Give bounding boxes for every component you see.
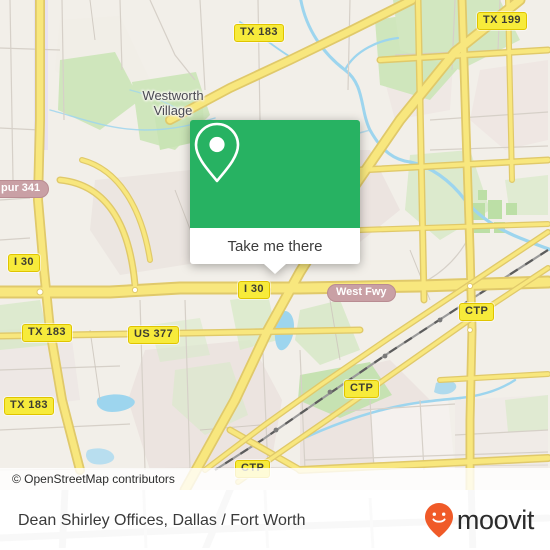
place-label-line1: Westworth xyxy=(142,88,204,103)
map-attribution: © OpenStreetMap contributors xyxy=(0,468,550,490)
moovit-smiley-pin-icon xyxy=(424,503,453,538)
moovit-map-screenshot: Westworth Village TX 183 TX 199 I 30 I 3… xyxy=(0,0,550,550)
shield-us-377[interactable]: US 377 xyxy=(128,326,180,344)
shield-tx-183-north[interactable]: TX 183 xyxy=(234,24,284,42)
map-canvas[interactable]: Westworth Village TX 183 TX 199 I 30 I 3… xyxy=(0,0,550,490)
footer-bar: Dean Shirley Offices, Dallas / Fort Wort… xyxy=(0,490,550,550)
shield-i-30-west[interactable]: I 30 xyxy=(8,254,40,272)
moovit-logo[interactable]: moovit xyxy=(424,502,550,538)
place-label-westworth-village: Westworth Village xyxy=(113,88,233,118)
attribution-text: © OpenStreetMap contributors xyxy=(12,472,175,486)
shield-ctp-east[interactable]: CTP xyxy=(459,303,495,321)
callout-pointer xyxy=(264,264,286,274)
destination-callout[interactable]: Take me there xyxy=(190,120,360,274)
shield-ctp-mid[interactable]: CTP xyxy=(344,380,380,398)
shield-i-30-center[interactable]: I 30 xyxy=(238,281,270,299)
place-label-line2: Village xyxy=(153,103,193,118)
callout-action-bar[interactable]: Take me there xyxy=(190,228,360,274)
shield-tx-199[interactable]: TX 199 xyxy=(477,12,527,30)
pill-west-fwy[interactable]: West Fwy xyxy=(327,284,396,302)
callout-green-panel xyxy=(190,120,360,228)
shield-tx-183-west[interactable]: TX 183 xyxy=(22,324,72,342)
pill-spur-341[interactable]: pur 341 xyxy=(0,180,50,198)
map-pin-icon xyxy=(194,122,240,183)
take-me-there-label: Take me there xyxy=(227,237,323,255)
location-title: Dean Shirley Offices, Dallas / Fort Wort… xyxy=(18,511,306,529)
moovit-wordmark: moovit xyxy=(456,504,535,535)
shield-tx-183-southwest[interactable]: TX 183 xyxy=(4,397,54,415)
